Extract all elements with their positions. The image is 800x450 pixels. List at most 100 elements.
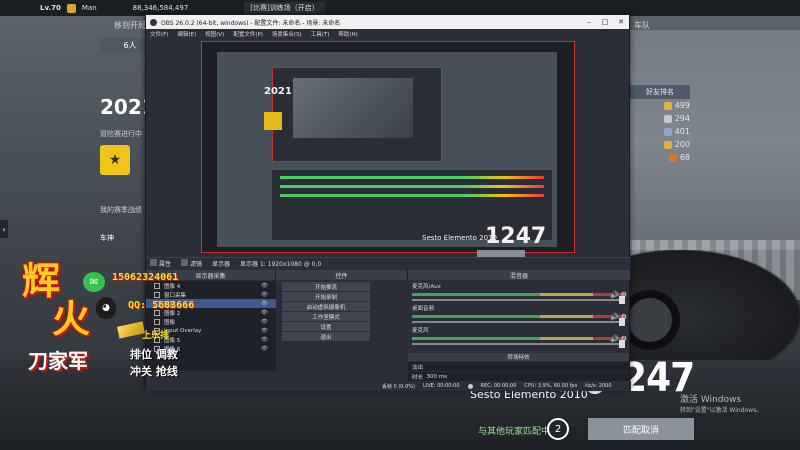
visibility-eye-icon[interactable]: 👁 — [261, 346, 268, 352]
rank-medal-icon — [663, 140, 672, 149]
visibility-eye-icon[interactable]: 👁 — [261, 301, 268, 307]
gear-icon[interactable]: ⚙ — [621, 291, 627, 299]
control-button[interactable]: 工作室模式 — [282, 312, 370, 321]
duration-value[interactable]: 300 ms — [427, 374, 447, 380]
minimize-icon[interactable]: – — [581, 18, 597, 26]
obs-title-text: OBS 26.0.2 (64-bit, windows) - 配置文件: 未命名… — [161, 19, 341, 27]
obs-status-bar: 丢帧 0 (0.0%) LIVE: 00:00:00 REC: 00:00:00… — [146, 381, 631, 391]
cancel-match-button[interactable]: 匹配取消 — [588, 418, 694, 440]
contact-text: 上乐排 — [142, 331, 170, 341]
nested-obs-window — [272, 67, 442, 162]
live-time: LIVE: 00:00:00 — [422, 383, 460, 389]
visibility-eye-icon[interactable]: 👁 — [261, 310, 268, 316]
volume-meter — [412, 337, 625, 340]
recursive-preview: 2021 Sesto Elemento 2010 1247 — [217, 52, 557, 258]
control-button[interactable]: 启动虚拟摄像机 — [282, 302, 370, 311]
control-button[interactable]: 开始推流 — [282, 282, 370, 291]
transition-select[interactable]: 淡出 — [408, 362, 629, 371]
trophy-icon: ★ — [100, 145, 130, 175]
nested-season-year: 2021 — [264, 86, 292, 97]
activities-text: 排位 调教 冲关 抢线 — [130, 348, 178, 378]
menu-move-start[interactable]: 移到开局 — [114, 20, 146, 31]
source-item[interactable]: 图像 👁 — [146, 317, 276, 326]
dropped-frames: 丢帧 0 (0.0%) — [382, 383, 415, 390]
gear-icon[interactable]: ⚙ — [621, 335, 627, 343]
obs-title-bar[interactable]: OBS 26.0.2 (64-bit, windows) - 配置文件: 未命名… — [146, 15, 629, 29]
mixer-channel: 麦克风/Aux 🔊 ⚙ — [408, 281, 629, 304]
ranking-value: 200 — [674, 140, 690, 149]
wechat-phone: 15062324061 — [112, 272, 179, 283]
left-arrow-icon[interactable]: ‹ — [0, 220, 8, 238]
ranking-row: 68 — [630, 151, 690, 164]
controls-dock: 开始推流 开始录制 启动虚拟摄像机 工作室模式 设置 退出 — [278, 281, 374, 371]
display-select[interactable]: 显示器 1: 1920x1080 @ 0,0 — [240, 259, 321, 268]
friends-ranking-header[interactable]: 好友排名 — [630, 85, 690, 99]
control-button[interactable]: 设置 — [282, 322, 370, 331]
obs-menu-item[interactable]: 配置文件(P) — [233, 30, 263, 38]
obs-preview-canvas[interactable]: 2021 Sesto Elemento 2010 1247 — [201, 41, 575, 258]
obs-menu-item[interactable]: 帮助(H) — [338, 30, 357, 38]
visibility-eye-icon[interactable]: 👁 — [261, 292, 268, 298]
obs-menu-item[interactable]: 编辑(E) — [177, 30, 196, 38]
obs-menu-item[interactable]: 视图(V) — [205, 30, 224, 38]
source-item[interactable]: 窗口采集 👁 — [146, 290, 276, 299]
obs-menu-bar: 文件(F) 编辑(E) 视图(V) 配置文件(P) 场景集合(S) 工具(T) 帮助(H) — [146, 29, 629, 39]
room-tab[interactable]: [比赛]训练场（开启） — [244, 2, 325, 14]
duration-label: 时长 — [412, 374, 424, 381]
controls-dock-header: 控件 — [276, 270, 408, 280]
speaker-icon[interactable]: 🔊 — [610, 335, 619, 343]
control-button[interactable]: 开始录制 — [282, 292, 370, 301]
windows-activation-watermark: 激活 Windows 转到"设置"以激活 Windows。 — [680, 392, 762, 414]
transitions-header: 转场特效 — [408, 353, 629, 361]
ranking-row: 294 — [630, 112, 690, 125]
gear-icon[interactable]: ⚙ — [621, 313, 627, 321]
player-badge-icon — [66, 3, 76, 13]
visibility-eye-icon[interactable]: 👁 — [261, 337, 268, 343]
obs-logo-icon — [150, 18, 157, 26]
menu-team[interactable]: 车队 — [634, 20, 650, 31]
mixer-channel: 麦克风 🔊 ⚙ — [408, 325, 629, 348]
source-label: Input Overlay — [164, 327, 202, 334]
close-icon[interactable]: ✕ — [613, 18, 629, 26]
obs-menu-item[interactable]: 文件(F) — [150, 30, 168, 38]
matching-status-text: 与其他玩家匹配中 — [478, 427, 551, 437]
rec-time: REC: 00:00:00 — [480, 383, 517, 389]
mixer-channel-name: 麦克风 — [412, 328, 429, 334]
ranking-row: 401 — [630, 125, 690, 138]
qq-number: QQ: 5683666 — [128, 300, 195, 311]
ranking-value: 68 — [679, 153, 690, 162]
obs-menu-item[interactable]: 场景集合(S) — [272, 30, 302, 38]
mixer-channel: 桌面音频 🔊 ⚙ — [408, 303, 629, 326]
visibility-eye-icon[interactable]: 👁 — [261, 319, 268, 325]
wechat-icon: ✉ — [83, 272, 105, 292]
player-level: Lv.70 — [40, 4, 61, 12]
display-label: 显示器 — [212, 261, 231, 268]
speaker-icon[interactable]: 🔊 — [610, 313, 619, 321]
ranking-value: 499 — [674, 101, 690, 110]
control-button[interactable]: 退出 — [282, 332, 370, 341]
obs-menu-item[interactable]: 工具(T) — [311, 30, 330, 38]
mixer-channel-name: 麦克风/Aux — [412, 284, 441, 290]
ranking-row: 200 — [630, 138, 690, 151]
rank-medal-icon — [663, 127, 672, 136]
filters-button[interactable]: 滤镜 — [181, 259, 202, 268]
speaker-icon[interactable]: 🔊 — [610, 291, 619, 299]
transition-duration[interactable]: 时长 300 ms — [408, 372, 629, 381]
volume-fader[interactable] — [412, 296, 625, 304]
maximize-icon[interactable]: □ — [597, 18, 613, 26]
player-name[interactable]: Man — [82, 4, 97, 12]
dock-headers: 显示器采集 控件 混音器 — [146, 270, 631, 280]
volume-fader[interactable] — [412, 318, 625, 326]
watermark-title: 激活 Windows — [680, 395, 742, 405]
source-label: 窗口采集 — [164, 292, 187, 299]
nested-score: 1247 — [485, 224, 547, 249]
visibility-eye-icon[interactable]: 👁 — [261, 328, 268, 334]
rank-medal-icon — [668, 153, 677, 162]
properties-button[interactable]: 属性 — [150, 259, 171, 268]
watermark-subtitle: 转到"设置"以激活 Windows。 — [680, 407, 763, 414]
volume-fader[interactable] — [412, 340, 625, 348]
cpu-usage: CPU: 3.9%, 60.00 fps — [524, 383, 578, 389]
visibility-eye-icon[interactable]: 👁 — [261, 283, 268, 289]
ranking-row: 499 — [630, 99, 690, 112]
nested-trophy-icon — [264, 112, 282, 130]
